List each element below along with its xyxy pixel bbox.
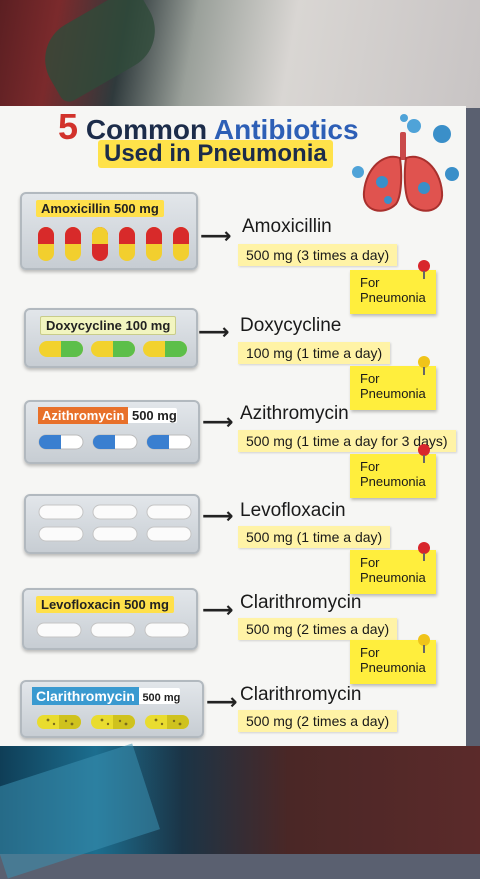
sticky-note-line1: For xyxy=(360,645,380,660)
background-leaf xyxy=(30,0,170,106)
push-pin-icon xyxy=(418,444,430,463)
sticky-note-line2: Pneumonia xyxy=(360,386,426,401)
infographic-card: 5 Common Antibiotics Used in Pneumonia A… xyxy=(0,106,466,746)
blister-pack-amoxicillin: Amoxicillin 500 mg xyxy=(20,192,198,270)
red-yellow-capsule-icon xyxy=(146,227,162,261)
yellow-speckled-capsule-icon xyxy=(145,715,189,729)
white-oval-tablet-icon xyxy=(90,622,136,638)
blister-pack-levofloxacin xyxy=(24,494,200,554)
white-oval-tablet-icon xyxy=(92,526,138,542)
sticky-note-line1: For xyxy=(360,555,380,570)
arrow-right-icon: ⟶ xyxy=(202,504,234,529)
arrow-right-icon: ⟶ xyxy=(198,320,230,345)
sticky-note-line1: For xyxy=(360,371,380,386)
push-pin-icon xyxy=(418,260,430,279)
pack-label: Doxycycline 100 mg xyxy=(40,316,177,335)
sticky-note-line2: Pneumonia xyxy=(360,474,426,489)
pill-row xyxy=(38,434,192,450)
dose-label: 500 mg (3 times a day) xyxy=(238,244,398,266)
push-pin-icon xyxy=(418,634,430,653)
dose-label: 500 mg (2 times a day) xyxy=(238,710,398,732)
white-oval-tablet-icon xyxy=(36,622,82,638)
background-bottom xyxy=(0,743,480,879)
blister-pack-doxycycline: Doxycycline 100 mg xyxy=(24,308,198,368)
white-oval-tablet-icon xyxy=(38,504,84,520)
white-oval-tablet-icon xyxy=(146,504,192,520)
drug-name: Doxycycline xyxy=(240,315,342,336)
pack-label: Clarithromycin 500 mg xyxy=(32,687,181,705)
drug-name: Clarithromycin xyxy=(240,684,362,705)
blue-white-capsule-icon xyxy=(92,434,138,450)
title-number: 5 xyxy=(58,106,79,147)
title-subheading: Used in Pneumonia xyxy=(98,140,333,168)
dose-label: 100 mg (1 time a day) xyxy=(238,342,391,364)
dose-label: 500 mg (1 time a day) xyxy=(238,526,391,548)
white-oval-tablet-icon xyxy=(38,526,84,542)
yellow-green-capsule-icon xyxy=(91,341,135,357)
sticky-note-line1: For xyxy=(360,459,380,474)
arrow-right-icon: ⟶ xyxy=(202,410,234,435)
yellow-green-capsule-icon xyxy=(143,341,187,357)
red-yellow-capsule-icon xyxy=(92,227,108,261)
red-yellow-capsule-icon xyxy=(119,227,135,261)
lungs-with-virus-icon xyxy=(352,114,459,212)
sticky-note-line2: Pneumonia xyxy=(360,660,426,675)
pill-row xyxy=(36,226,191,262)
blister-pack-azithromycin: Azithromycin 500 mg xyxy=(24,400,200,464)
pack-label-name: Azithromycin xyxy=(38,407,129,424)
blister-pack-clarithromycin: Clarithromycin 500 mg xyxy=(20,680,204,738)
red-yellow-capsule-icon xyxy=(173,227,189,261)
red-yellow-capsule-icon xyxy=(65,227,81,261)
sticky-note-line2: Pneumonia xyxy=(360,570,426,585)
pill-row xyxy=(38,340,188,358)
sticky-note-line1: For xyxy=(360,275,380,290)
sticky-note-line2: Pneumonia xyxy=(360,290,426,305)
background-shape xyxy=(0,743,160,879)
pack-label-name: Clarithromycin xyxy=(32,687,139,705)
yellow-speckled-capsule-icon xyxy=(91,715,135,729)
drug-name: Clarithromycin xyxy=(240,592,362,613)
blue-white-capsule-icon xyxy=(146,434,192,450)
white-oval-tablet-icon xyxy=(92,504,138,520)
drug-name: Azithromycin xyxy=(240,403,349,424)
background-top xyxy=(0,0,480,108)
push-pin-icon xyxy=(418,356,430,375)
white-oval-tablet-icon xyxy=(144,622,190,638)
pill-grid xyxy=(38,504,192,542)
pill-row xyxy=(36,714,190,730)
arrow-right-icon: ⟶ xyxy=(206,690,238,715)
pack-label: Levofloxacin 500 mg xyxy=(36,596,174,613)
arrow-right-icon: ⟶ xyxy=(202,598,234,623)
yellow-green-capsule-icon xyxy=(39,341,83,357)
drug-name: Amoxicillin xyxy=(242,216,332,237)
pack-label: Amoxicillin 500 mg xyxy=(36,200,164,217)
push-pin-icon xyxy=(418,542,430,561)
pill-row xyxy=(36,622,190,638)
yellow-speckled-capsule-icon xyxy=(37,715,81,729)
dose-label: 500 mg (2 times a day) xyxy=(238,618,398,640)
red-yellow-capsule-icon xyxy=(38,227,54,261)
white-oval-tablet-icon xyxy=(146,526,192,542)
blue-white-capsule-icon xyxy=(38,434,84,450)
blister-pack-levofloxacin-labeled: Levofloxacin 500 mg xyxy=(22,588,198,650)
arrow-right-icon: ⟶ xyxy=(200,224,232,249)
pack-label: Azithromycin 500 mg xyxy=(38,407,177,424)
drug-name: Levofloxacin xyxy=(240,500,346,521)
pack-label-dose: 500 mg xyxy=(142,692,181,704)
pack-label-dose: 500 mg xyxy=(131,408,177,423)
